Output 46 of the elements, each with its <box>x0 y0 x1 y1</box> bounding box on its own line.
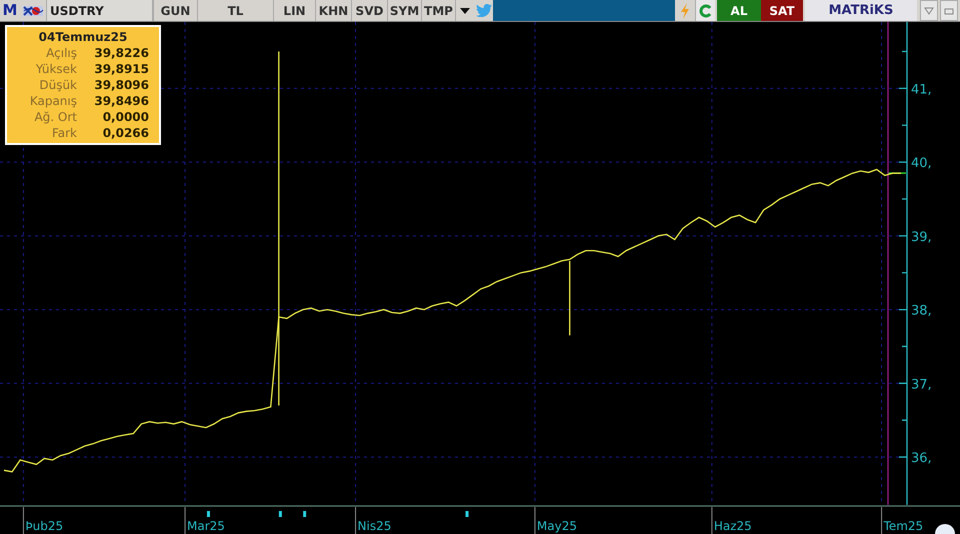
brand-logo: MATRiKS <box>805 0 917 21</box>
field-value: 0,0266 <box>102 125 150 141</box>
field-value: 39,8496 <box>93 93 150 109</box>
date-label: 04Temmuz25 <box>38 29 128 45</box>
toolbar-button[interactable]: SYM <box>387 0 421 21</box>
field-label: Kapanış <box>28 93 77 109</box>
axis-label: Tem25 <box>884 519 924 533</box>
field-value: 0,0000 <box>102 109 150 125</box>
logo: M <box>2 0 18 21</box>
event-marker <box>303 511 306 517</box>
axis-label: 37, <box>911 377 932 392</box>
toolbar-button[interactable]: TMP <box>421 0 455 21</box>
event-marker <box>278 511 282 517</box>
axis-label: Haz25 <box>714 519 752 533</box>
minimize-icon[interactable] <box>920 0 938 21</box>
axis-label: May25 <box>536 519 577 533</box>
refresh-icon[interactable] <box>695 0 715 21</box>
axis-label: 38, <box>911 304 932 319</box>
field-label: Ağ. Ort <box>33 109 77 125</box>
event-marker <box>206 511 210 517</box>
axis-label: 36, <box>911 451 932 466</box>
toolbar-button[interactable]: GUN <box>153 0 197 21</box>
axis-label: 40, <box>911 156 932 172</box>
axis-label: Nis25 <box>358 519 392 533</box>
field-label: Açılış <box>45 45 77 61</box>
scroll-icon <box>935 524 955 534</box>
axis-label: Þub25 <box>25 519 64 533</box>
field-label: Fark <box>50 125 77 141</box>
toolbar-button[interactable]: KHN <box>315 0 351 21</box>
sell-button[interactable]: SAT <box>761 0 803 21</box>
axis-label: 39, <box>911 230 932 245</box>
axis-label: Mar25 <box>187 519 225 533</box>
field-label: Düşük <box>38 77 77 93</box>
field-value: 39,8096 <box>93 77 150 93</box>
axis-label: 41, <box>911 82 932 98</box>
field-value: 39,8226 <box>93 45 150 61</box>
event-marker <box>466 511 469 517</box>
buy-button[interactable]: AL <box>717 0 761 21</box>
field-value: 39,8915 <box>93 61 150 77</box>
field-label: Yüksek <box>34 61 77 77</box>
restore-icon[interactable] <box>940 0 958 21</box>
symbol-field[interactable]: USDTRY <box>46 0 153 21</box>
toolbar-button[interactable]: LIN <box>273 0 315 21</box>
last-price-line <box>888 172 906 174</box>
toolbar-button[interactable]: SVD <box>351 0 387 21</box>
toolbar-button[interactable]: TL <box>197 0 273 21</box>
